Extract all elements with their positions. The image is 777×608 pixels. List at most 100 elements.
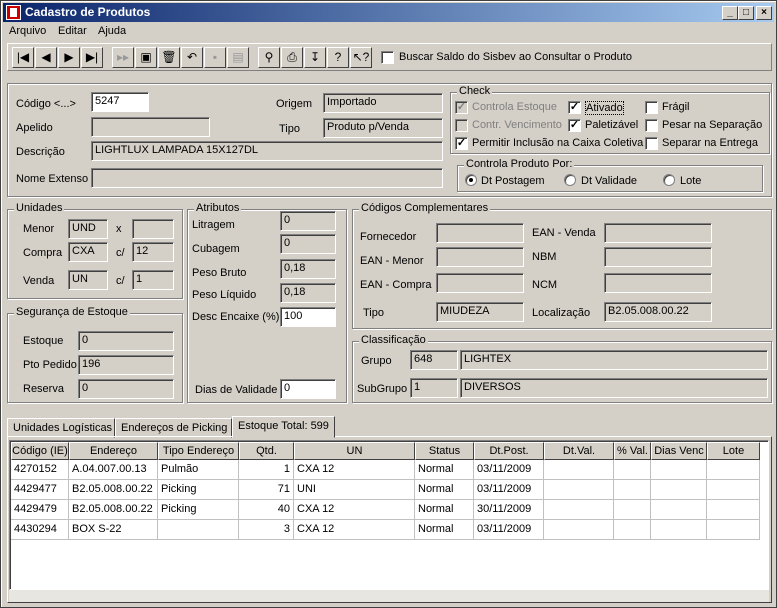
cubagem-field[interactable]: 0 — [280, 234, 336, 254]
estoque-field[interactable]: 0 — [78, 331, 174, 351]
print-icon[interactable]: ⎙ — [281, 47, 303, 68]
table-cell[interactable] — [614, 480, 651, 500]
separar-checkbox[interactable] — [645, 137, 658, 150]
first-record-icon[interactable]: |◀ — [12, 47, 34, 68]
litragem-field[interactable]: 0 — [280, 211, 336, 231]
col-pct-val[interactable]: % Val. — [614, 442, 651, 460]
col-qtd[interactable]: Qtd. — [239, 442, 294, 460]
menor-field[interactable]: UND — [68, 219, 108, 239]
table-cell[interactable]: B2.05.008.00.22 — [69, 500, 158, 520]
save-icon[interactable]: ▣ — [135, 47, 157, 68]
peso-liquido-field[interactable]: 0,18 — [280, 283, 336, 303]
dt-validade-radio[interactable] — [564, 174, 576, 186]
nome-extenso-input[interactable] — [91, 168, 443, 188]
table-cell[interactable]: CXA 12 — [294, 500, 415, 520]
reserva-field[interactable]: 0 — [78, 379, 174, 399]
table-cell[interactable]: 03/11/2009 — [474, 520, 544, 540]
close-button[interactable]: × — [756, 6, 772, 20]
table-cell[interactable] — [707, 480, 760, 500]
desc-encaixe-input[interactable]: 100 — [280, 307, 336, 327]
table-cell[interactable]: Picking — [158, 480, 239, 500]
tab-estoque-total[interactable]: Estoque Total: 599 — [232, 416, 335, 438]
table-cell[interactable]: A.04.007.00.13 — [69, 460, 158, 480]
menu-ajuda[interactable]: Ajuda — [98, 25, 126, 37]
grupo-name-field[interactable]: LIGHTEX — [460, 350, 768, 370]
horizontal-scrollbar[interactable] — [9, 590, 769, 602]
controla-estoque-checkbox[interactable]: ✓ — [455, 101, 468, 114]
subgrupo-code-field[interactable]: 1 — [410, 378, 458, 398]
menu-arquivo[interactable]: Arquivo — [9, 25, 46, 37]
table-cell[interactable] — [158, 520, 239, 540]
table-cell[interactable]: B2.05.008.00.22 — [69, 480, 158, 500]
table-cell[interactable]: 4270152 — [11, 460, 69, 480]
help-icon[interactable]: ? — [327, 47, 349, 68]
contr-vencimento-checkbox[interactable] — [455, 119, 468, 132]
table-cell[interactable]: Picking — [158, 500, 239, 520]
nbm-field[interactable] — [604, 247, 712, 267]
table-cell[interactable]: 40 — [239, 500, 294, 520]
col-un[interactable]: UN — [294, 442, 415, 460]
copy-icon[interactable]: ▪ — [204, 47, 226, 68]
fragil-checkbox[interactable] — [645, 101, 658, 114]
table-cell[interactable] — [614, 460, 651, 480]
table-cell[interactable] — [651, 480, 707, 500]
last-record-icon[interactable]: ▶| — [81, 47, 103, 68]
col-codigo[interactable]: Código (IE) — [11, 442, 69, 460]
compra-qtd-field[interactable]: 12 — [132, 242, 174, 262]
delete-icon[interactable]: 🗑 — [158, 47, 180, 68]
table-cell[interactable]: Normal — [415, 480, 474, 500]
table-cell[interactable]: 30/11/2009 — [474, 500, 544, 520]
table-cell[interactable]: 1 — [239, 460, 294, 480]
table-cell[interactable] — [614, 500, 651, 520]
pesar-checkbox[interactable] — [645, 119, 658, 132]
menu-editar[interactable]: Editar — [58, 25, 87, 37]
table-cell[interactable]: Normal — [415, 500, 474, 520]
paste-icon[interactable]: ▤ — [227, 47, 249, 68]
paletizavel-checkbox[interactable]: ✓ — [568, 119, 581, 132]
export-icon[interactable]: ↧ — [304, 47, 326, 68]
tab-unidades-logisticas[interactable]: Unidades Logísticas — [7, 418, 115, 438]
grupo-code-field[interactable]: 648 — [410, 350, 458, 370]
tipo-field[interactable]: Produto p/Venda — [323, 118, 443, 138]
subgrupo-name-field[interactable]: DIVERSOS — [460, 378, 768, 398]
table-cell[interactable] — [544, 520, 614, 540]
minimize-button[interactable]: _ — [722, 6, 738, 20]
table-cell[interactable]: Pulmão — [158, 460, 239, 480]
table-cell[interactable]: 03/11/2009 — [474, 480, 544, 500]
search-icon[interactable]: ⚲ — [258, 47, 280, 68]
dias-validade-input[interactable]: 0 — [280, 379, 336, 399]
table-cell[interactable]: UNI — [294, 480, 415, 500]
table-cell[interactable]: Normal — [415, 520, 474, 540]
ativado-checkbox[interactable]: ✓ — [568, 101, 581, 114]
prev-record-icon[interactable]: ◀ — [35, 47, 57, 68]
dt-postagem-radio[interactable] — [465, 174, 477, 186]
table-cell[interactable] — [651, 500, 707, 520]
cod-tipo-field[interactable]: MIUDEZA — [436, 302, 524, 322]
fornecedor-field[interactable] — [436, 223, 524, 243]
table-cell[interactable]: 03/11/2009 — [474, 460, 544, 480]
codigo-input[interactable]: 5247 — [91, 92, 149, 112]
apelido-input[interactable] — [91, 117, 210, 137]
table-cell[interactable] — [544, 500, 614, 520]
origem-field[interactable]: Importado — [323, 93, 443, 113]
localizacao-field[interactable]: B2.05.008.00.22 — [604, 302, 712, 322]
venda-qtd-field[interactable]: 1 — [132, 270, 174, 290]
col-dt-post[interactable]: Dt.Post. — [474, 442, 544, 460]
table-cell[interactable] — [651, 460, 707, 480]
table-cell[interactable]: CXA 12 — [294, 520, 415, 540]
col-endereco[interactable]: Endereço — [69, 442, 158, 460]
table-cell[interactable] — [544, 460, 614, 480]
table-cell[interactable]: BOX S-22 — [69, 520, 158, 540]
table-cell[interactable] — [707, 520, 760, 540]
col-tipo-endereco[interactable]: Tipo Endereço — [158, 442, 239, 460]
venda-field[interactable]: UN — [68, 270, 108, 290]
col-dt-val[interactable]: Dt.Val. — [544, 442, 614, 460]
table-cell[interactable] — [707, 460, 760, 480]
table-cell[interactable]: 4429477 — [11, 480, 69, 500]
table-cell[interactable] — [614, 520, 651, 540]
col-dias-venc[interactable]: Dias Venc — [651, 442, 707, 460]
insert-icon[interactable]: ▸▸ — [112, 47, 134, 68]
table-cell[interactable]: Normal — [415, 460, 474, 480]
ean-venda-field[interactable] — [604, 223, 712, 243]
maximize-button[interactable]: □ — [738, 6, 754, 20]
